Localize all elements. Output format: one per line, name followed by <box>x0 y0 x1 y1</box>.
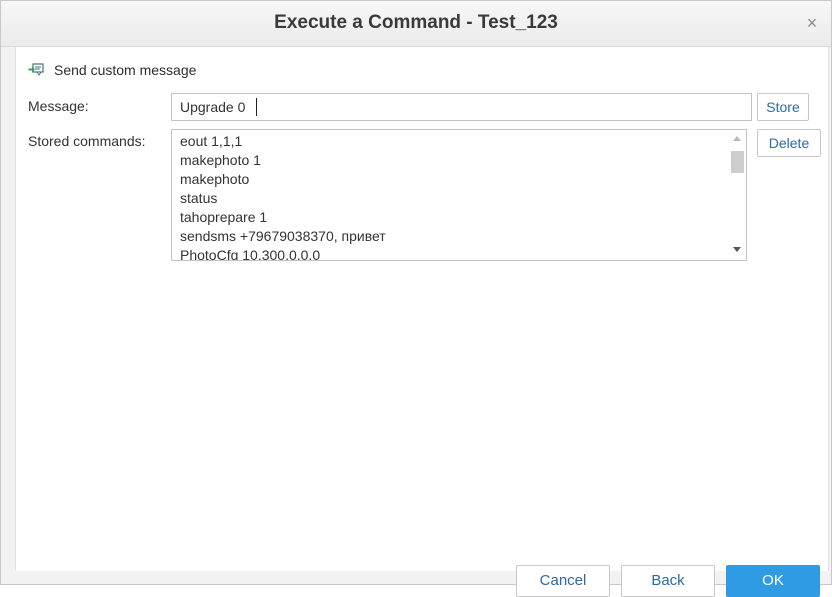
stored-commands-items: eout 1,1,1 makephoto 1 makephoto status … <box>180 132 720 260</box>
execute-command-dialog: Execute a Command - Test_123 × Send cust… <box>0 0 832 597</box>
list-item[interactable]: status <box>180 189 720 208</box>
close-icon[interactable]: × <box>803 14 821 32</box>
send-message-icon <box>28 63 44 76</box>
list-scrollbar[interactable] <box>729 130 746 260</box>
list-item[interactable]: tahoprepare 1 <box>180 208 720 227</box>
message-input[interactable] <box>171 93 752 121</box>
list-item[interactable]: makephoto 1 <box>180 151 720 170</box>
dialog-titlebar[interactable]: Execute a Command - Test_123 × <box>1 1 831 47</box>
list-item[interactable]: eout 1,1,1 <box>180 132 720 151</box>
message-label: Message: <box>28 98 89 114</box>
dialog-title: Execute a Command - Test_123 <box>274 12 558 33</box>
delete-button[interactable]: Delete <box>757 129 821 157</box>
store-button[interactable]: Store <box>757 93 809 121</box>
list-item[interactable]: makephoto <box>180 170 720 189</box>
ok-button[interactable]: OK <box>726 565 820 597</box>
scrollbar-thumb[interactable] <box>731 151 744 173</box>
section-header: Send custom message <box>28 61 196 79</box>
list-item[interactable]: sendsms +79679038370, привет <box>180 227 720 246</box>
back-button[interactable]: Back <box>621 565 715 597</box>
section-title: Send custom message <box>54 62 197 78</box>
dialog-content: Send custom message Message: Store Store… <box>15 47 829 597</box>
cancel-button[interactable]: Cancel <box>516 565 610 597</box>
text-caret <box>256 98 257 116</box>
scroll-up-arrow-icon[interactable] <box>733 136 741 141</box>
scroll-down-arrow-icon[interactable] <box>733 247 741 252</box>
list-item[interactable]: PhotoCfg 10,300,0,0,0 <box>180 246 720 260</box>
stored-commands-list[interactable]: eout 1,1,1 makephoto 1 makephoto status … <box>171 129 747 261</box>
stored-commands-label: Stored commands: <box>28 133 146 149</box>
